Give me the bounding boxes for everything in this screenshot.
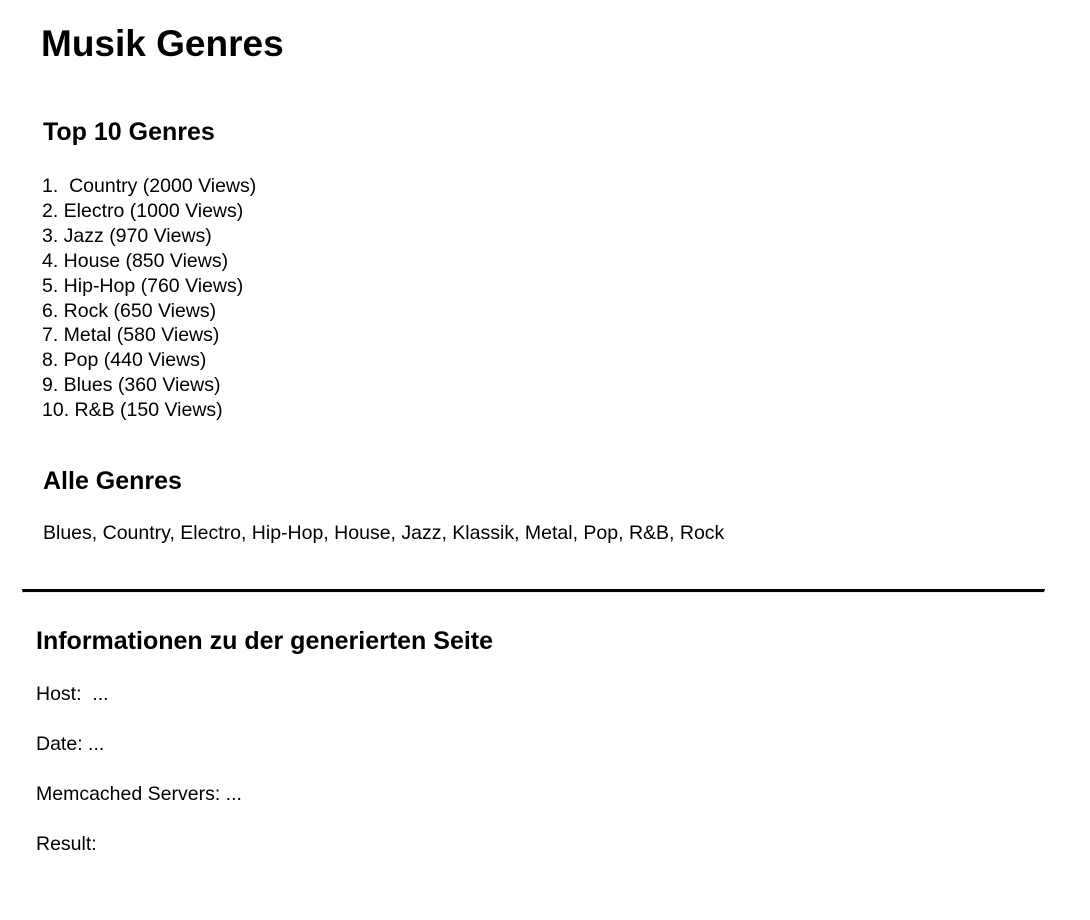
top-genre-item: 5. Hip-Hop (760 Views) [42,274,244,297]
top-genre-item: 1. Country (2000 Views) [42,175,257,197]
section-divider [22,589,1045,593]
info-heading: Informationen zu der generierten Seite [36,627,494,655]
top-genre-item: 6. Rock (650 Views) [42,299,217,322]
page-title: Musik Genres [41,23,284,64]
info-date: Date: ... [36,733,105,755]
top-genre-item: 4. House (850 Views) [42,249,229,272]
top-genres-list: 1. Country (2000 Views) 2. Electro (1000… [42,174,256,423]
top-genre-item: 2. Electro (1000 Views) [42,199,244,222]
all-genres-text: Blues, Country, Electro, Hip-Hop, House,… [43,522,725,544]
info-host: Host: ... [36,683,109,705]
info-result: Result: [36,833,97,855]
top-genre-item: 10. R&B (150 Views) [42,399,223,422]
top-genres-heading: Top 10 Genres [43,118,215,146]
top-genre-item: 8. Pop (440 Views) [42,349,207,372]
info-memcached-servers: Memcached Servers: ... [36,783,242,805]
all-genres-heading: Alle Genres [43,467,182,495]
top-genre-item: 7. Metal (580 Views) [42,324,220,347]
page: Musik Genres Top 10 Genres 1. Country (2… [0,0,1090,920]
top-genre-item: 9. Blues (360 Views) [42,374,221,397]
top-genre-item: 3. Jazz (970 Views) [42,224,212,247]
